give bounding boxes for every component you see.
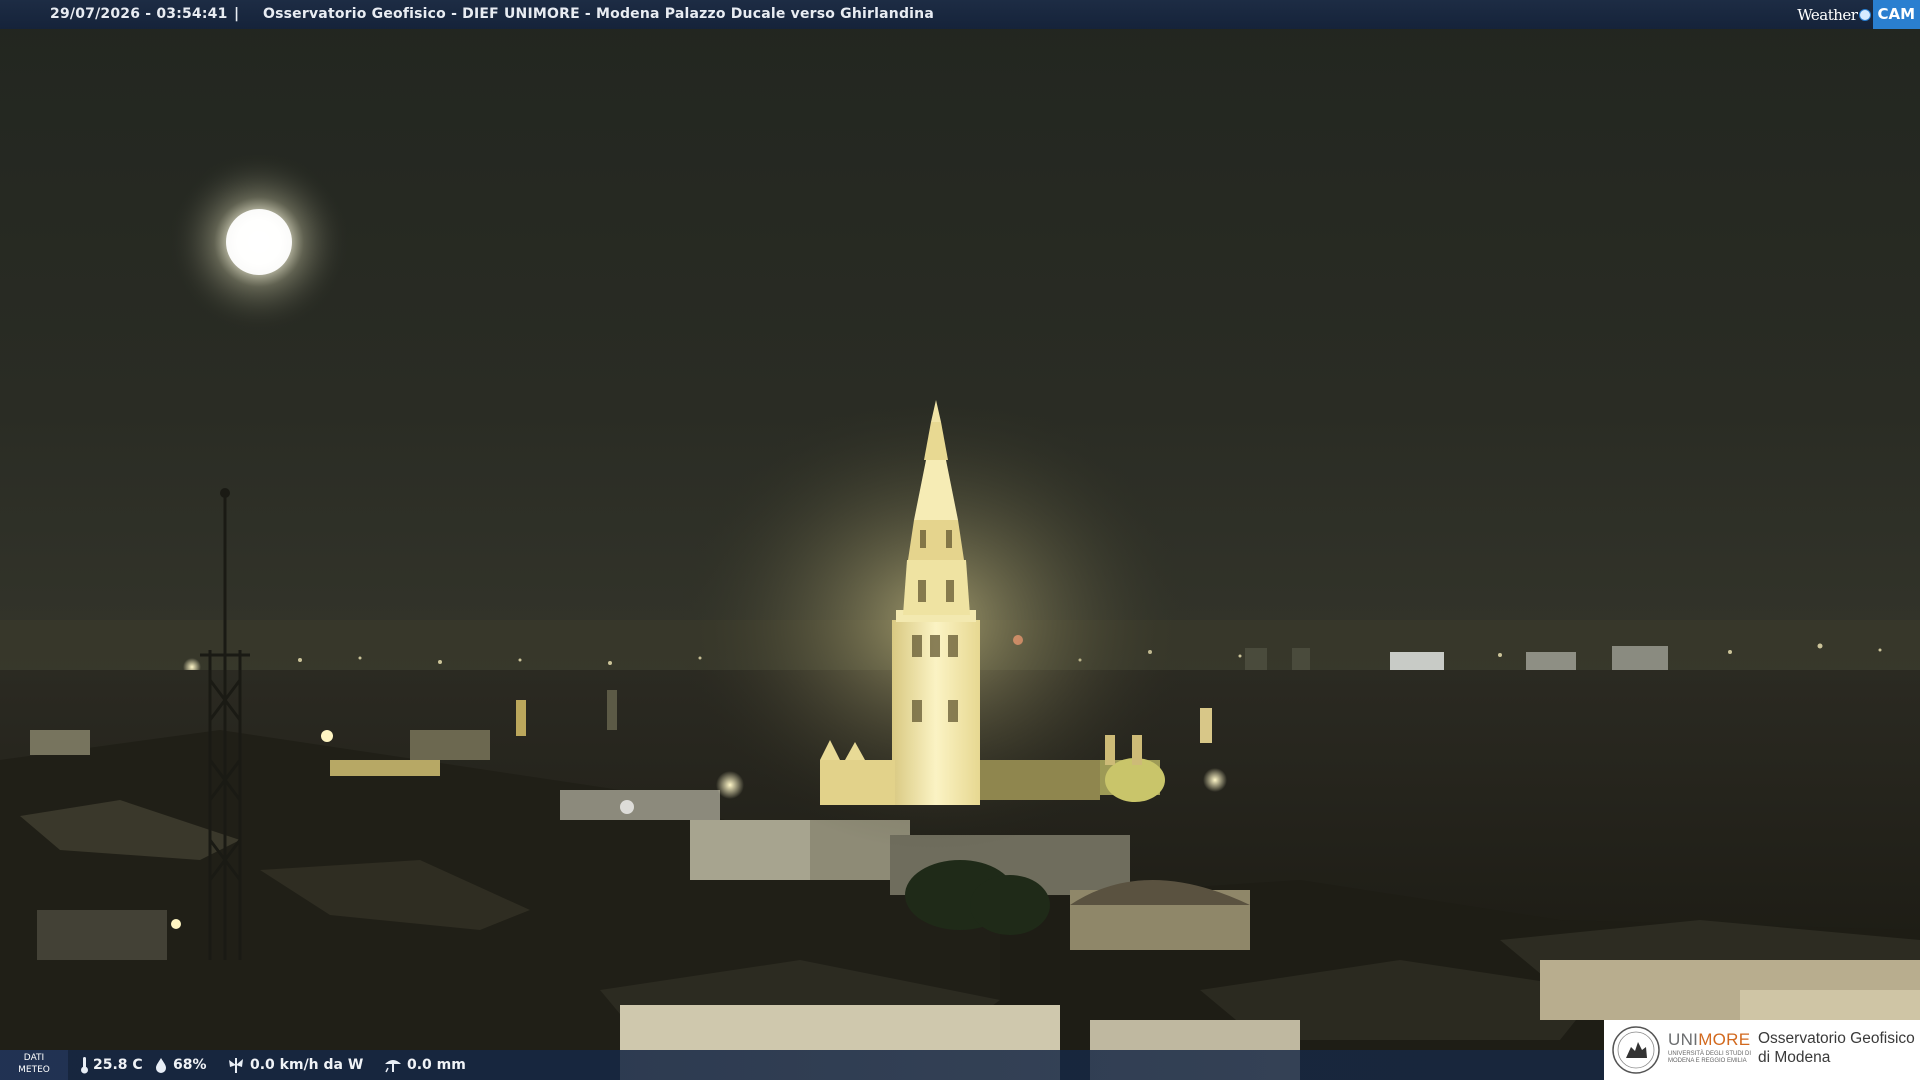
rain-value: 0.0 mm [407, 1057, 466, 1073]
humidity-value: 68% [173, 1057, 207, 1073]
title-separator: | [234, 6, 240, 22]
dati-meteo-label-line1: DATI [23, 1053, 45, 1063]
wind-readout: 0.0 km/h da W [226, 1056, 363, 1074]
thermometer-icon [81, 1057, 88, 1074]
unimore-subline-2: MODENA E REGGIO EMILIA [1668, 1058, 1747, 1064]
camera-title: Osservatorio Geofisico - DIEF UNIMORE - … [263, 6, 934, 22]
observatory-name-line2: di Modena [1758, 1049, 1831, 1066]
dati-meteo-label-line2: METEO [18, 1065, 50, 1075]
weathercam-logo: Weather CAM [1791, 0, 1920, 29]
unimore-logo: UNIMORE UNIVERSITÀ DEGLI STUDI DI MODENA… [1604, 1020, 1920, 1080]
weathercam-logo-word2: CAM [1873, 0, 1920, 29]
temperature-value: 25.8 C [93, 1057, 143, 1073]
rain-readout: 0.0 mm [383, 1056, 466, 1074]
night-city-scene [0, 0, 1920, 1080]
weathercam-logo-word1: Weather [1797, 5, 1858, 24]
rain-gauge-icon [385, 1060, 401, 1073]
humidity-drop-icon [156, 1058, 166, 1073]
university-seal-icon [1612, 1026, 1660, 1074]
timestamp: 29/07/2026 - 03:54:41 [50, 6, 228, 22]
weather-data-bar: DATI METEO 25.8 C 68% 0.0 km/h da W 0.0 … [0, 1050, 1604, 1080]
weathercam-logo-icon [1859, 8, 1872, 21]
wind-icon [229, 1058, 243, 1073]
unimore-wordmark: UNIMORE [1668, 1030, 1750, 1050]
temperature-readout: 25.8 C [80, 1056, 143, 1074]
camera-title-bar: 29/07/2026 - 03:54:41 | Osservatorio Geo… [0, 0, 1920, 29]
dati-meteo-label: DATI METEO [0, 1050, 68, 1080]
wind-value: 0.0 km/h da W [250, 1057, 364, 1073]
observatory-name-line1: Osservatorio Geofisico [1758, 1030, 1915, 1047]
webcam-frame: 29/07/2026 - 03:54:41 | Osservatorio Geo… [0, 0, 1920, 1080]
unimore-subline-1: UNIVERSITÀ DEGLI STUDI DI [1668, 1051, 1752, 1057]
humidity-readout: 68% [153, 1056, 207, 1074]
unimore-wordmark-part2: MORE [1698, 1030, 1751, 1049]
unimore-wordmark-part1: UNI [1668, 1030, 1699, 1049]
